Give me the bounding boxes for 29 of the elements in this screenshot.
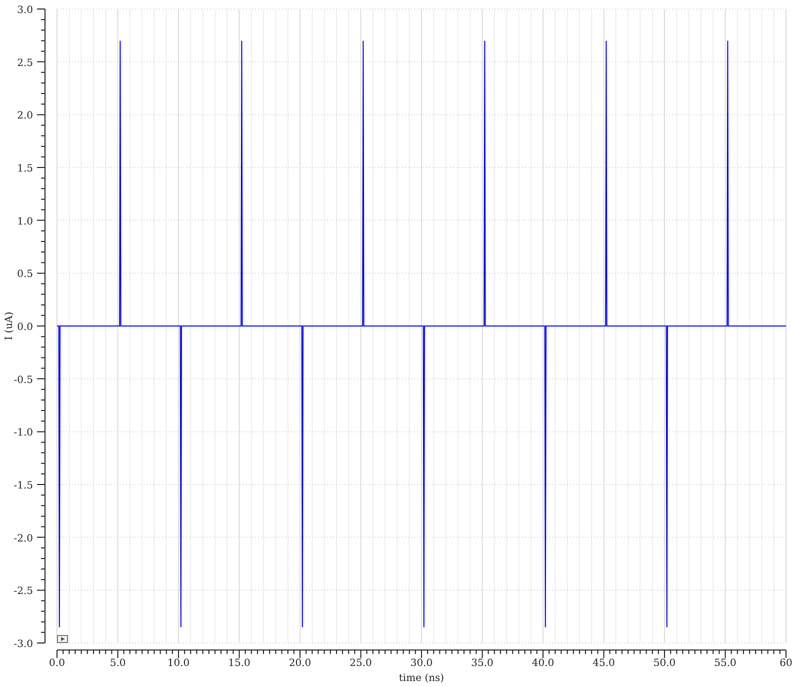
axis-tick-label: 30.0 [410, 658, 433, 669]
axis-tick-label: 25.0 [350, 658, 372, 669]
axis-tick-label: 50.0 [653, 658, 676, 669]
axis-tick-label: 55.0 [714, 658, 736, 669]
axis-tick-label: -2.0 [14, 533, 33, 544]
axis-tick-label: -3.0 [14, 639, 33, 650]
axis-tick-label: 40.0 [532, 658, 554, 669]
axis-tick-label: 20.0 [288, 658, 312, 669]
axis-tick-label: -0.5 [14, 374, 33, 386]
axis-tick-label: 0.5 [17, 269, 33, 280]
axis-tick-label: 1.5 [17, 164, 33, 174]
axis-tick-label: -2.5 [14, 586, 33, 598]
axis-title: I (uA) [4, 312, 15, 340]
axis-tick-label: -1.0 [14, 428, 33, 439]
axis-title: time (ns) [398, 673, 444, 684]
axis-tick-label: 35.0 [471, 658, 494, 669]
axis-tick-label: 10.0 [167, 658, 190, 669]
axis-tick-label: 0.0 [17, 322, 33, 333]
axis-tick-label: 3.0 [17, 5, 33, 16]
axis-tick-label: 45.0 [592, 658, 615, 669]
axis-tick-label: 2.0 [17, 110, 33, 122]
axis-tick-label: 1.0 [17, 216, 33, 228]
axis-tick-label: 0.0 [49, 658, 65, 669]
axis-tick-label: -1.5 [14, 480, 33, 492]
axis-tick-label: 2.5 [17, 58, 33, 69]
axis-tick-label: 5.0 [110, 658, 126, 669]
play-icon[interactable] [57, 635, 68, 643]
axis-tick-label: 15.0 [228, 658, 250, 669]
axis-tick-label: 60 [780, 658, 792, 669]
